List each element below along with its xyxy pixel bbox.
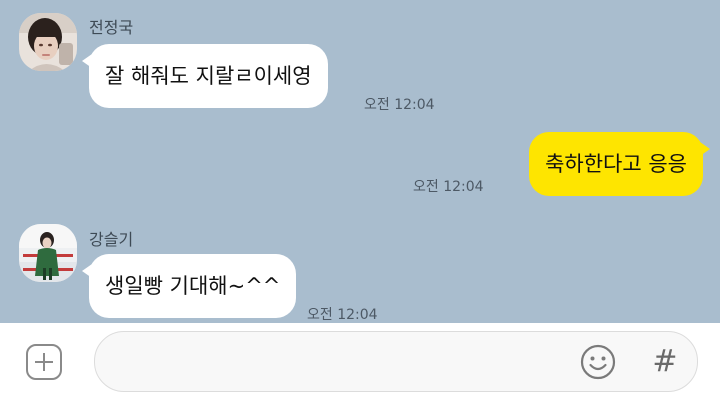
chat-area: 전정국 잘 해줘도 지랄ㄹ이세영 오전 12:04 축하한다고 응응 오전 12… [0, 0, 720, 323]
sender-name: 강슬기 [89, 230, 134, 249]
plus-square-icon[interactable] [26, 344, 62, 380]
message-bubble-outgoing[interactable]: 축하한다고 응응 [529, 132, 710, 196]
message-input-bar: # [0, 323, 720, 400]
message-timestamp: 오전 12:04 [413, 179, 484, 195]
avatar-kang-seulgi[interactable] [19, 224, 77, 282]
hashtag-button[interactable]: # [647, 343, 683, 381]
message-bubble-incoming[interactable]: 잘 해줘도 지랄ㄹ이세영 [82, 44, 328, 108]
avatar-jeon-jungkook[interactable] [19, 13, 77, 71]
profile-photo-icon [19, 13, 77, 71]
sender-name: 전정국 [89, 18, 134, 37]
smiley-icon[interactable] [579, 343, 617, 381]
message-bubble-incoming[interactable]: 생일빵 기대해~^^ [81, 254, 297, 318]
message-timestamp: 오전 12:04 [364, 97, 435, 113]
message-timestamp: 오전 12:04 [307, 307, 378, 323]
profile-photo-icon [19, 224, 77, 282]
